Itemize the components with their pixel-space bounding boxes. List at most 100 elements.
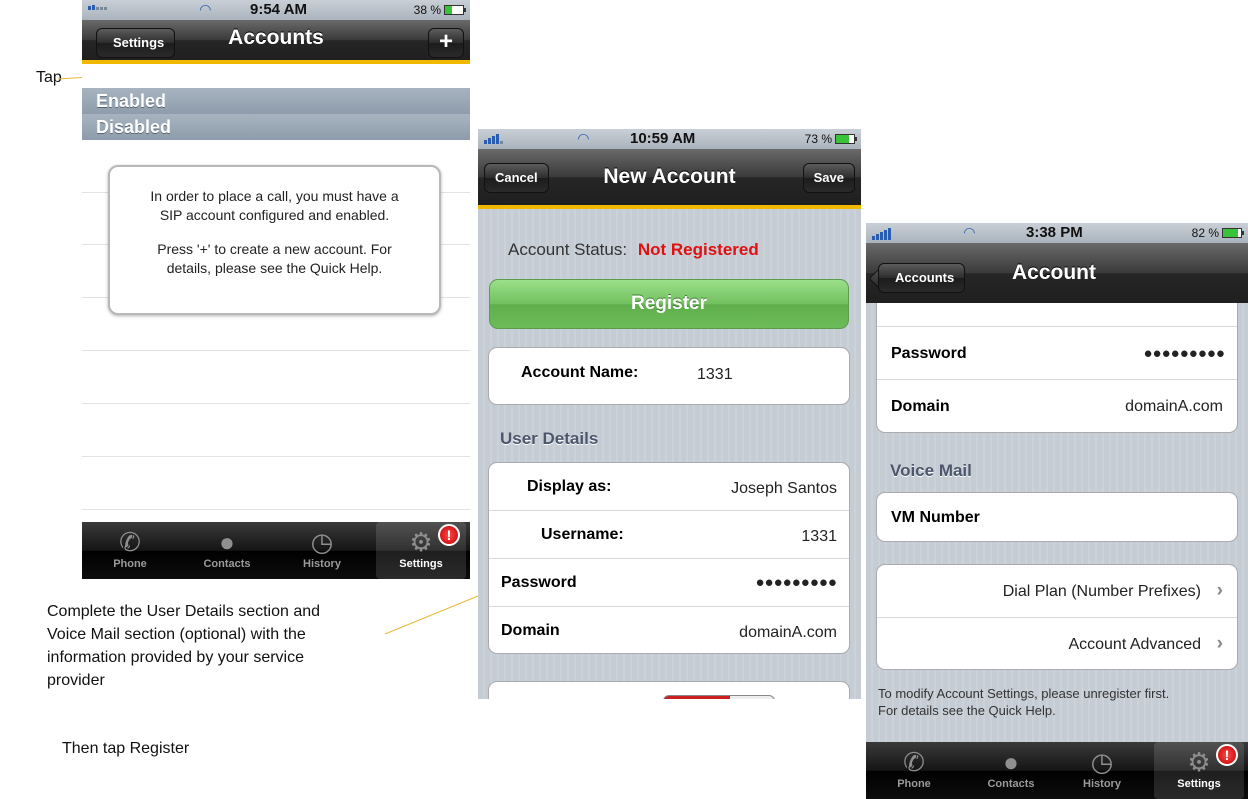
tab-label: History bbox=[303, 558, 341, 570]
tab-label: Phone bbox=[897, 778, 931, 790]
tab-phone[interactable]: ✆ Phone bbox=[874, 742, 954, 799]
tab-phone[interactable]: ✆ Phone bbox=[90, 522, 170, 579]
user-details-group: Display as: Joseph Santos Username: 1331… bbox=[488, 462, 850, 654]
save-button[interactable]: Save bbox=[802, 163, 855, 193]
password-label: Password bbox=[501, 574, 577, 591]
status-bar: ◠ 10:59 AM 73 % bbox=[478, 129, 861, 149]
complete-line-3: information provided by your service bbox=[47, 649, 305, 666]
account-advanced-row[interactable]: Account Advanced › bbox=[877, 618, 1237, 669]
voice-mail-group: VM Number bbox=[876, 492, 1238, 542]
dial-plan-row[interactable]: Dial Plan (Number Prefixes) › bbox=[877, 565, 1237, 618]
account-name-row[interactable]: Account Name: 1331 bbox=[489, 348, 849, 404]
password-label: Password bbox=[891, 345, 967, 362]
status-time: 3:38 PM bbox=[1026, 224, 1083, 241]
nav-bar-overlay: Accounts Account bbox=[866, 243, 1248, 303]
enabled-toggle[interactable] bbox=[663, 695, 775, 699]
battery-indicator: 38 % bbox=[414, 3, 466, 17]
credentials-group: Password ●●●●●●●●● Domain domainA.com bbox=[876, 285, 1238, 433]
username-value: 1331 bbox=[801, 528, 837, 545]
dial-plan-label: Dial Plan (Number Prefixes) bbox=[1002, 583, 1201, 600]
battery-indicator: 73 % bbox=[804, 132, 857, 146]
footer-line: To modify Account Settings, please unreg… bbox=[878, 686, 1170, 701]
account-advanced-label: Account Advanced bbox=[1068, 636, 1201, 653]
nav-bar: Cancel New Account Save bbox=[478, 149, 861, 209]
history-icon: ◷ bbox=[310, 527, 334, 557]
user-details-title: User Details bbox=[500, 429, 599, 448]
add-account-button[interactable]: + bbox=[428, 28, 464, 58]
battery-icon bbox=[1222, 228, 1244, 238]
account-status-value: Not Registered bbox=[637, 240, 759, 259]
new-account-screen: ◠ 10:59 AM 73 % Cancel New Account Save … bbox=[478, 129, 861, 699]
phone-icon: ✆ bbox=[903, 747, 925, 777]
wifi-icon: ◠ bbox=[200, 1, 211, 17]
username-label: Username: bbox=[541, 526, 624, 543]
tab-contacts[interactable]: ● Contacts bbox=[182, 522, 272, 579]
message-line: SIP account configured and enabled. bbox=[159, 207, 390, 223]
phone-icon: ✆ bbox=[119, 527, 141, 557]
battery-percent: 73 % bbox=[804, 132, 832, 146]
section-enabled: Enabled bbox=[82, 88, 470, 114]
account-status-label: Account Status: bbox=[508, 240, 628, 259]
list-separator bbox=[82, 403, 470, 404]
battery-icon bbox=[835, 134, 857, 144]
status-time: 10:59 AM bbox=[630, 130, 696, 147]
chevron-right-icon: › bbox=[1216, 633, 1223, 654]
tab-settings[interactable]: ⚙ Settings! bbox=[1154, 742, 1244, 799]
password-value: ●●●●●●●●● bbox=[1143, 345, 1225, 362]
password-value: ●●●●●●●●● bbox=[755, 574, 837, 591]
advanced-group: Dial Plan (Number Prefixes) › Account Ad… bbox=[876, 564, 1238, 670]
tab-label: Contacts bbox=[203, 558, 251, 570]
tab-contacts[interactable]: ● Contacts bbox=[966, 742, 1056, 799]
signal-icon bbox=[872, 228, 891, 240]
domain-label: Domain bbox=[891, 398, 950, 415]
register-button[interactable]: Register bbox=[489, 279, 849, 329]
nav-bar: Settings Accounts + bbox=[82, 20, 470, 64]
message-line bbox=[110, 225, 439, 240]
tab-label: Phone bbox=[113, 558, 147, 570]
tab-bar: ✆ Phone ● Contacts ◷ History ⚙ Settings! bbox=[82, 522, 470, 579]
username-row[interactable]: Username: 1331 bbox=[489, 511, 849, 559]
alert-badge: ! bbox=[1216, 744, 1238, 766]
battery-icon bbox=[444, 5, 466, 15]
info-message-box: In order to place a call, you must have … bbox=[108, 165, 441, 315]
domain-label: Domain bbox=[501, 622, 560, 639]
chevron-right-icon: › bbox=[1216, 580, 1223, 601]
tab-label: History bbox=[1083, 778, 1121, 790]
complete-line-2: Voice Mail section (optional) with the bbox=[47, 626, 306, 643]
footer-note: To modify Account Settings, please unreg… bbox=[878, 685, 1169, 719]
list-separator bbox=[82, 456, 470, 457]
tab-label: Settings bbox=[399, 558, 443, 570]
tab-history[interactable]: ◷ History bbox=[1062, 742, 1142, 799]
wifi-icon: ◠ bbox=[964, 224, 975, 240]
battery-indicator: 82 % bbox=[1192, 226, 1244, 240]
domain-row[interactable]: Domain domainA.com bbox=[489, 607, 849, 653]
display-as-row[interactable]: Display as: Joseph Santos bbox=[489, 463, 849, 511]
status-bar: ◠ 9:54 AM 38 % bbox=[82, 0, 470, 20]
account-status: Account Status: Not Registered bbox=[508, 240, 759, 260]
account-name-value: 1331 bbox=[697, 366, 733, 383]
signal-icon bbox=[484, 134, 503, 144]
domain-value: domainA.com bbox=[1125, 398, 1223, 415]
wifi-icon: ◠ bbox=[578, 130, 589, 146]
then-register-annotation: Then tap Register bbox=[62, 740, 190, 757]
page-title: Accounts bbox=[228, 26, 324, 49]
list-separator bbox=[82, 350, 470, 351]
domain-row[interactable]: Domain domainA.com bbox=[877, 380, 1237, 432]
vm-number-label: VM Number bbox=[891, 509, 980, 526]
vm-number-row[interactable]: VM Number bbox=[877, 493, 1237, 541]
accounts-screen: ◠ 9:54 AM 38 % Settings Accounts + Enabl… bbox=[82, 0, 470, 581]
password-row[interactable]: Password ●●●●●●●●● bbox=[877, 327, 1237, 380]
complete-line-1: Complete the User Details section and bbox=[47, 603, 321, 620]
message-line: details, please see the Quick Help. bbox=[166, 260, 383, 276]
tab-bar: ✆ Phone ● Contacts ◷ History ⚙ Settings! bbox=[866, 742, 1248, 799]
enabled-toggle-group bbox=[488, 681, 850, 699]
contacts-icon: ● bbox=[219, 527, 235, 557]
account-name-group: Account Name: 1331 bbox=[488, 347, 850, 405]
tab-settings[interactable]: ⚙ Settings! bbox=[376, 522, 466, 579]
voice-mail-title: Voice Mail bbox=[890, 461, 972, 480]
password-row[interactable]: Password ●●●●●●●●● bbox=[489, 559, 849, 607]
history-icon: ◷ bbox=[1090, 747, 1114, 777]
tab-label: Contacts bbox=[987, 778, 1035, 790]
domain-value: domainA.com bbox=[739, 624, 837, 641]
tab-history[interactable]: ◷ History bbox=[282, 522, 362, 579]
